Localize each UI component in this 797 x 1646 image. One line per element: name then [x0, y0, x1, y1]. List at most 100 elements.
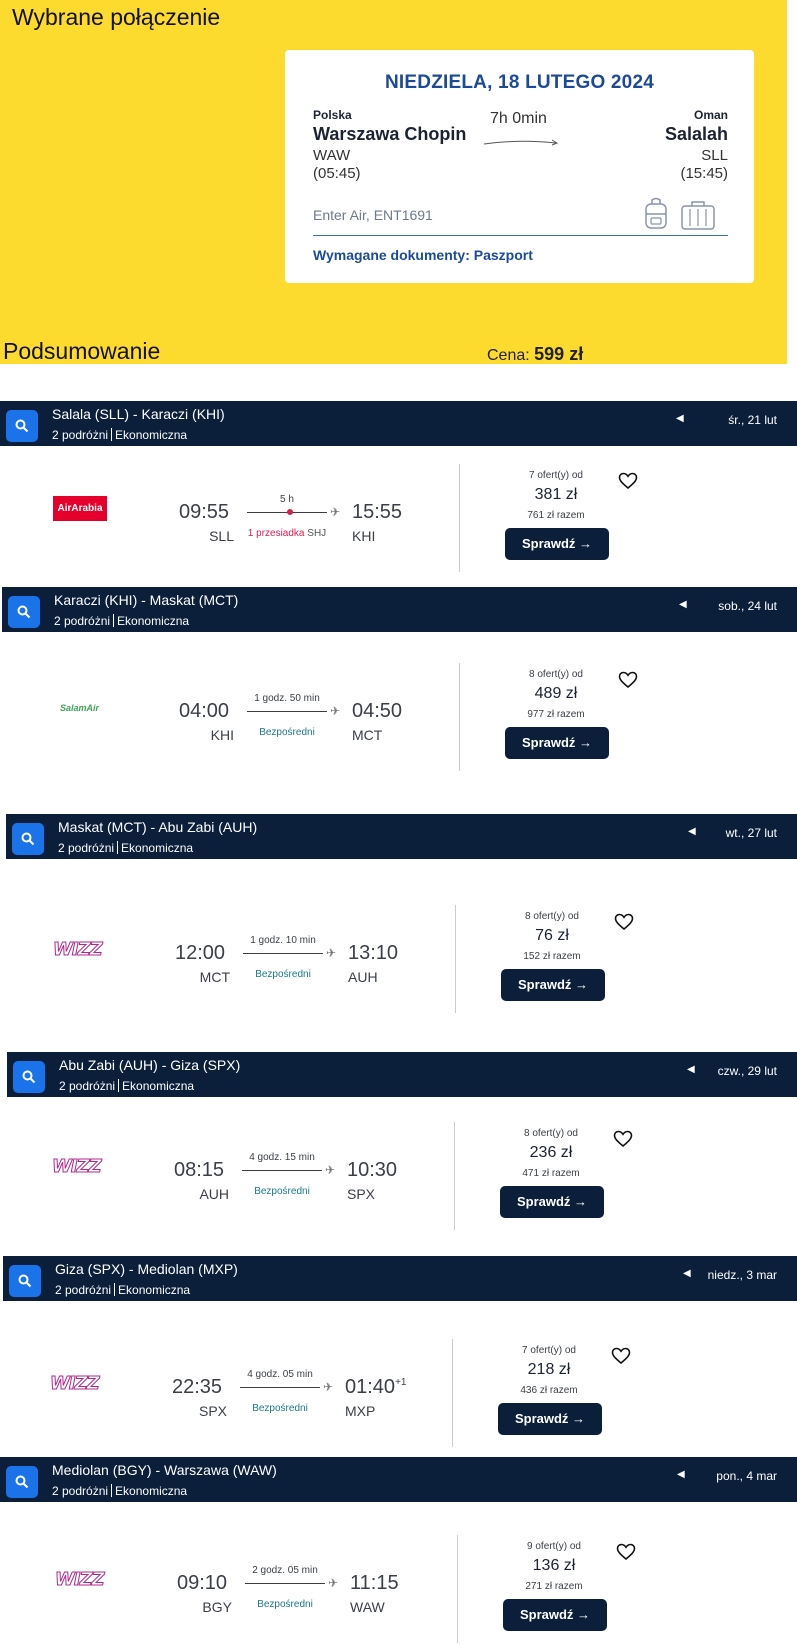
segment-date: niedz., 3 mar: [707, 1268, 777, 1282]
arrival-airport: AUH: [348, 969, 378, 985]
total-price: 271 zł razem: [525, 1581, 583, 1592]
plane-icon: ✈: [330, 505, 341, 519]
price-label: Cena:: [487, 347, 530, 364]
cabin-class: Ekonomiczna: [118, 1283, 191, 1297]
result-divider: [457, 1535, 458, 1643]
segment-header: Mediolan (BGY) - Warszawa (WAW) 2 podróż…: [0, 1457, 797, 1502]
section-title: Wybrane połączenie: [12, 4, 221, 30]
flight-result: WIZZ 12:00 MCT 1 godz. 10 min ✈ Bezpośre…: [0, 905, 793, 1017]
arrival-time-value: 15:55: [352, 501, 403, 523]
departure-airport: AUH: [199, 1186, 229, 1202]
favorite-heart-icon[interactable]: [611, 1347, 631, 1365]
flight-duration: 4 godz. 05 min: [247, 1369, 313, 1380]
segment-route: Giza (SPX) - Mediolan (MXP): [55, 1261, 238, 1277]
favorite-heart-icon[interactable]: [618, 472, 638, 490]
passenger-count: 2 podróżni: [59, 1079, 116, 1093]
search-button[interactable]: [8, 596, 40, 628]
check-button[interactable]: Sprawdź →: [505, 727, 609, 759]
favorite-heart-icon[interactable]: [616, 1543, 636, 1561]
arrival-time: 10:30: [347, 1159, 397, 1182]
search-button[interactable]: [13, 1061, 45, 1093]
previous-date-icon[interactable]: ◀: [677, 1469, 685, 1480]
segment-route: Salala (SLL) - Karaczi (KHI): [52, 406, 225, 422]
search-button[interactable]: [12, 823, 44, 855]
previous-date-icon[interactable]: ◀: [683, 1268, 691, 1279]
departure-time: 09:55: [179, 501, 230, 523]
separator: [114, 1283, 116, 1296]
arrival-time-value: 04:50: [352, 700, 403, 722]
stops-count: 1 przesiadka: [247, 528, 305, 539]
airline-logo: AirArabia: [53, 496, 107, 521]
check-button[interactable]: Sprawdź →: [503, 1599, 607, 1631]
check-button[interactable]: Sprawdź →: [501, 969, 605, 1001]
search-icon: [15, 419, 29, 433]
stops-info: Bezpośredni: [254, 1186, 310, 1197]
total-price: 977 zł razem: [527, 709, 585, 720]
departure-time: 12:00: [175, 942, 226, 964]
separator: [118, 1079, 120, 1092]
segment-date: pon., 4 mar: [716, 1469, 777, 1483]
search-button[interactable]: [9, 1265, 41, 1297]
check-button[interactable]: Sprawdź →: [498, 1403, 602, 1435]
search-button[interactable]: [6, 410, 38, 442]
favorite-heart-icon[interactable]: [613, 1130, 633, 1148]
arrival-time: 13:10: [348, 942, 398, 965]
check-button[interactable]: Sprawdź →: [500, 1186, 604, 1218]
summary-heading: Podsumowanie: [3, 338, 161, 364]
stops-info: 1 przesiadka SHJ: [232, 528, 342, 539]
separator: [111, 1484, 113, 1497]
previous-date-icon[interactable]: ◀: [676, 413, 684, 424]
plane-icon: ✈: [328, 1576, 339, 1590]
arrival-time-value: 13:10: [348, 942, 399, 964]
route-line: [240, 1387, 320, 1388]
search-icon: [18, 1274, 32, 1288]
favorite-heart-icon[interactable]: [618, 671, 638, 689]
backpack-icon: [645, 197, 667, 229]
arrival-airport: KHI: [352, 528, 376, 544]
passenger-count: 2 podróżni: [52, 428, 109, 442]
cabin-class: Ekonomiczna: [121, 841, 194, 855]
flight-duration: 1 godz. 50 min: [254, 693, 320, 704]
airline-logo: SalamAir: [60, 703, 100, 713]
arrival-time: 15:55: [352, 501, 402, 524]
arrival-time-value: 01:40: [345, 1376, 396, 1398]
previous-date-icon[interactable]: ◀: [688, 826, 696, 837]
segment-date: wt., 27 lut: [725, 826, 777, 840]
destination-city: Salalah: [664, 124, 728, 144]
total-price: 152 zł razem: [523, 951, 581, 962]
selected-connection-panel: Wybrane połączenie NIEDZIELA, 18 LUTEGO …: [0, 0, 787, 364]
favorite-heart-icon[interactable]: [614, 913, 634, 931]
check-button[interactable]: Sprawdź →: [505, 528, 609, 560]
airline-flight-number: Enter Air, ENT1691: [313, 207, 433, 223]
result-divider: [459, 663, 460, 771]
passenger-count: 2 podróżni: [54, 614, 111, 628]
result-divider: [452, 1339, 453, 1447]
previous-date-icon[interactable]: ◀: [679, 599, 687, 610]
segment-date: sob., 24 lut: [718, 599, 777, 613]
departure-time: 04:00: [179, 700, 230, 722]
arrival-time: 04:50: [352, 700, 402, 723]
segment-route: Abu Zabi (AUH) - Giza (SPX): [59, 1057, 241, 1073]
flight-duration: 7h 0min: [490, 110, 547, 127]
departure-time: 22:35: [172, 1376, 223, 1398]
passenger-count: 2 podróżni: [55, 1283, 112, 1297]
segment-passengers: 2 podróżni Ekonomiczna: [54, 614, 189, 628]
route-line: [245, 1583, 325, 1584]
result-divider: [459, 464, 460, 572]
passenger-count: 2 podróżni: [58, 841, 115, 855]
arrival-time-value: 11:15: [350, 1572, 399, 1594]
selected-flight-card: NIEDZIELA, 18 LUTEGO 2024 Polska Warszaw…: [285, 50, 754, 283]
arrival-day-offset: +1: [395, 1377, 407, 1388]
segment-passengers: 2 podróżni Ekonomiczna: [58, 841, 193, 855]
segment-header: Maskat (MCT) - Abu Zabi (AUH) 2 podróżni…: [6, 814, 797, 859]
segment-passengers: 2 podróżni Ekonomiczna: [55, 1283, 190, 1297]
price-per-person: 489 zł: [534, 685, 578, 702]
price-per-person: 76 zł: [535, 927, 569, 944]
offers-count: 8 ofert(y) od: [525, 911, 579, 922]
origin-country: Polska: [313, 108, 352, 122]
stops-info: Bezpośredni: [259, 727, 315, 738]
plane-icon: ✈: [325, 1163, 336, 1177]
search-button[interactable]: [6, 1466, 38, 1498]
airline-logo: WIZZ: [50, 1373, 101, 1395]
previous-date-icon[interactable]: ◀: [687, 1064, 695, 1075]
